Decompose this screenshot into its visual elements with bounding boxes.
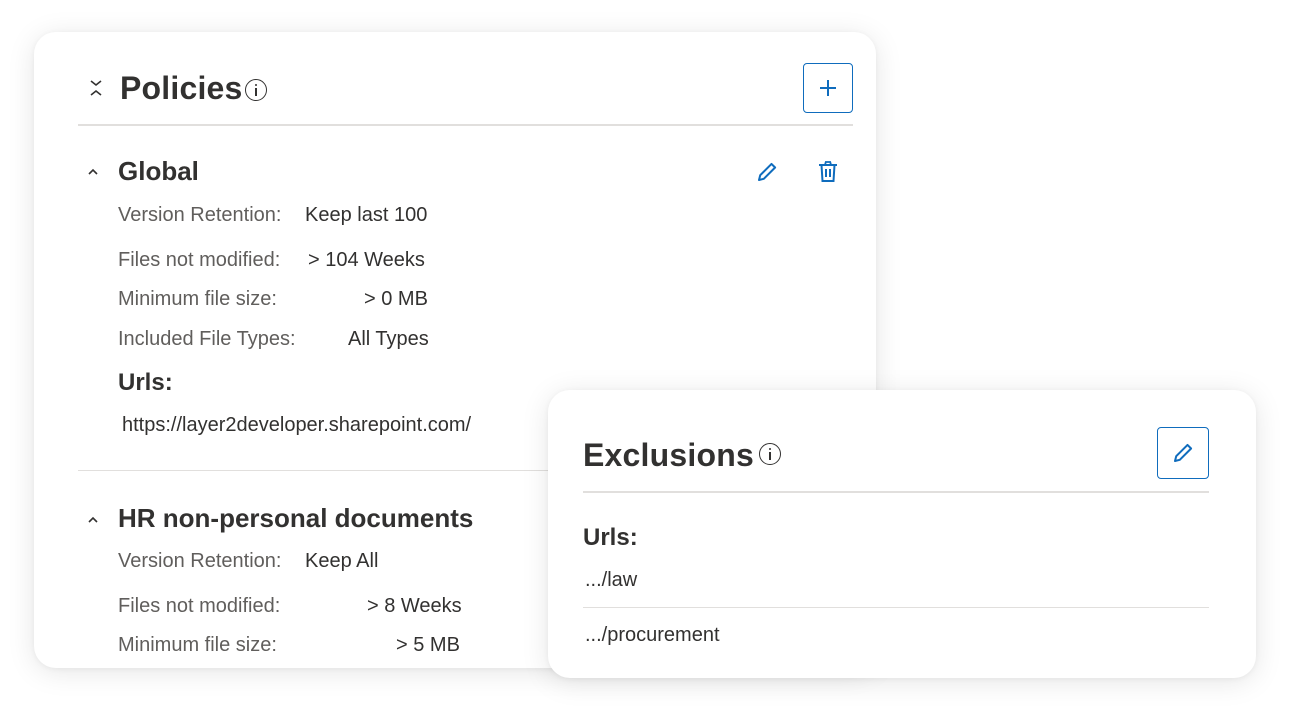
row-value: > 0 MB [364,288,428,310]
exclusions-title: Exclusions [583,437,754,473]
header-divider [78,124,853,126]
row-value: > 5 MB [396,634,460,656]
edit-policy-button[interactable] [752,157,782,187]
url-item: https://layer2developer.sharepoint.com/ [122,414,472,436]
policy-name: HR non-personal documents [118,503,474,533]
header-divider [583,491,1209,493]
row-label: Version Retention: [118,550,282,572]
urls-heading: Urls: [118,369,173,396]
chevron-up-icon[interactable] [84,513,102,527]
row-value: Keep All [305,550,379,572]
plus-icon [820,80,836,96]
edit-exclusions-button[interactable] [1157,427,1209,479]
policy-name: Global [118,156,199,186]
row-label: Minimum file size: [118,634,277,656]
row-value: Keep last 100 [305,204,428,226]
row-value: > 8 Weeks [367,595,462,617]
url-item: .../law [585,569,638,591]
row-label: Files not modified: [118,595,281,617]
collapse-all-icon[interactable] [86,78,106,98]
row-label: Version Retention: [118,204,282,226]
row-value: All Types [348,328,429,350]
pencil-icon [1174,443,1193,462]
row-label: Included File Types: [118,328,296,350]
add-policy-button[interactable] [803,63,853,113]
trash-icon [819,161,837,182]
info-icon[interactable] [245,79,267,101]
url-item: .../procurement [585,624,720,646]
policies-title: Policies [120,70,243,106]
url-divider [583,607,1209,608]
row-label: Minimum file size: [118,288,277,310]
exclusions-card: Exclusions Urls: .../law .../procurement [548,390,1256,678]
delete-policy-button[interactable] [813,157,843,187]
chevron-up-icon[interactable] [84,165,102,179]
pencil-icon [758,162,777,181]
info-icon[interactable] [759,443,781,465]
urls-heading: Urls: [583,524,638,551]
row-label: Files not modified: [118,249,281,271]
row-value: > 104 Weeks [308,249,425,271]
